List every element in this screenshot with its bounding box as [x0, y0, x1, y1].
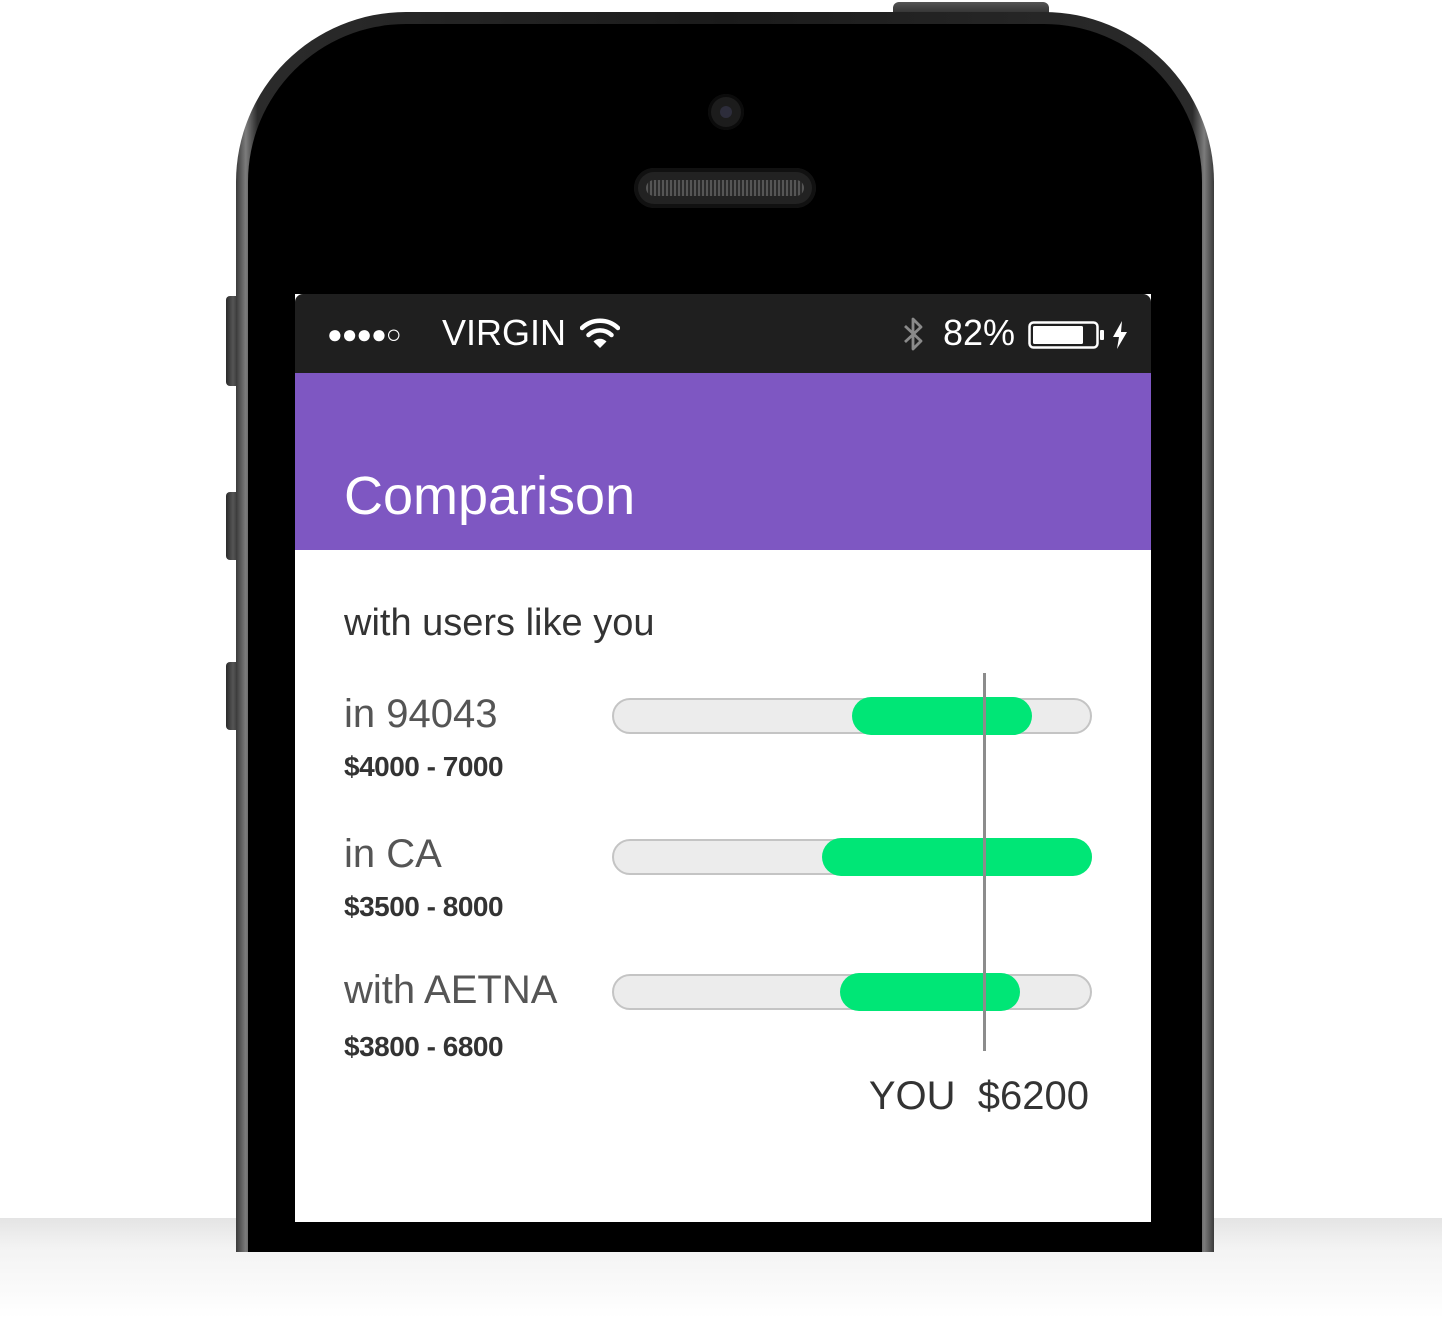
range-fill: [852, 697, 1032, 735]
status-bar: ●●●●○ VIRGIN 82%: [295, 294, 1151, 373]
you-amount: $6200: [977, 1074, 1089, 1118]
front-camera: [708, 94, 744, 130]
charging-bolt-icon: [1111, 320, 1129, 355]
row-range: $3800 - 6800: [344, 1031, 504, 1062]
row-label: in 94043: [344, 692, 498, 736]
range-fill: [822, 838, 1092, 876]
you-value-label: YOU $6200: [857, 1072, 1089, 1120]
you-label: YOU: [868, 1074, 956, 1118]
row-range: $4000 - 7000: [344, 751, 504, 782]
row-range: $3500 - 8000: [344, 891, 504, 922]
phone-screen: ●●●●○ VIRGIN 82% Comparison with users l…: [295, 294, 1151, 1222]
battery-percentage: 82%: [943, 312, 1016, 353]
row-label: in CA: [344, 832, 442, 876]
page-title: Comparison: [344, 466, 636, 526]
battery-icon: [1028, 321, 1106, 354]
app-header: Comparison: [295, 373, 1151, 550]
earpiece-speaker: [634, 168, 816, 208]
you-marker-line: [982, 673, 986, 1051]
carrier-name: VIRGIN: [442, 312, 567, 353]
signal-strength: ●●●●○: [327, 319, 402, 349]
bluetooth-icon: [901, 316, 927, 357]
comparison-subtitle: with users like you: [344, 602, 655, 644]
range-fill: [840, 973, 1020, 1011]
row-label: with AETNA: [344, 968, 558, 1012]
wifi-icon: [579, 317, 621, 354]
